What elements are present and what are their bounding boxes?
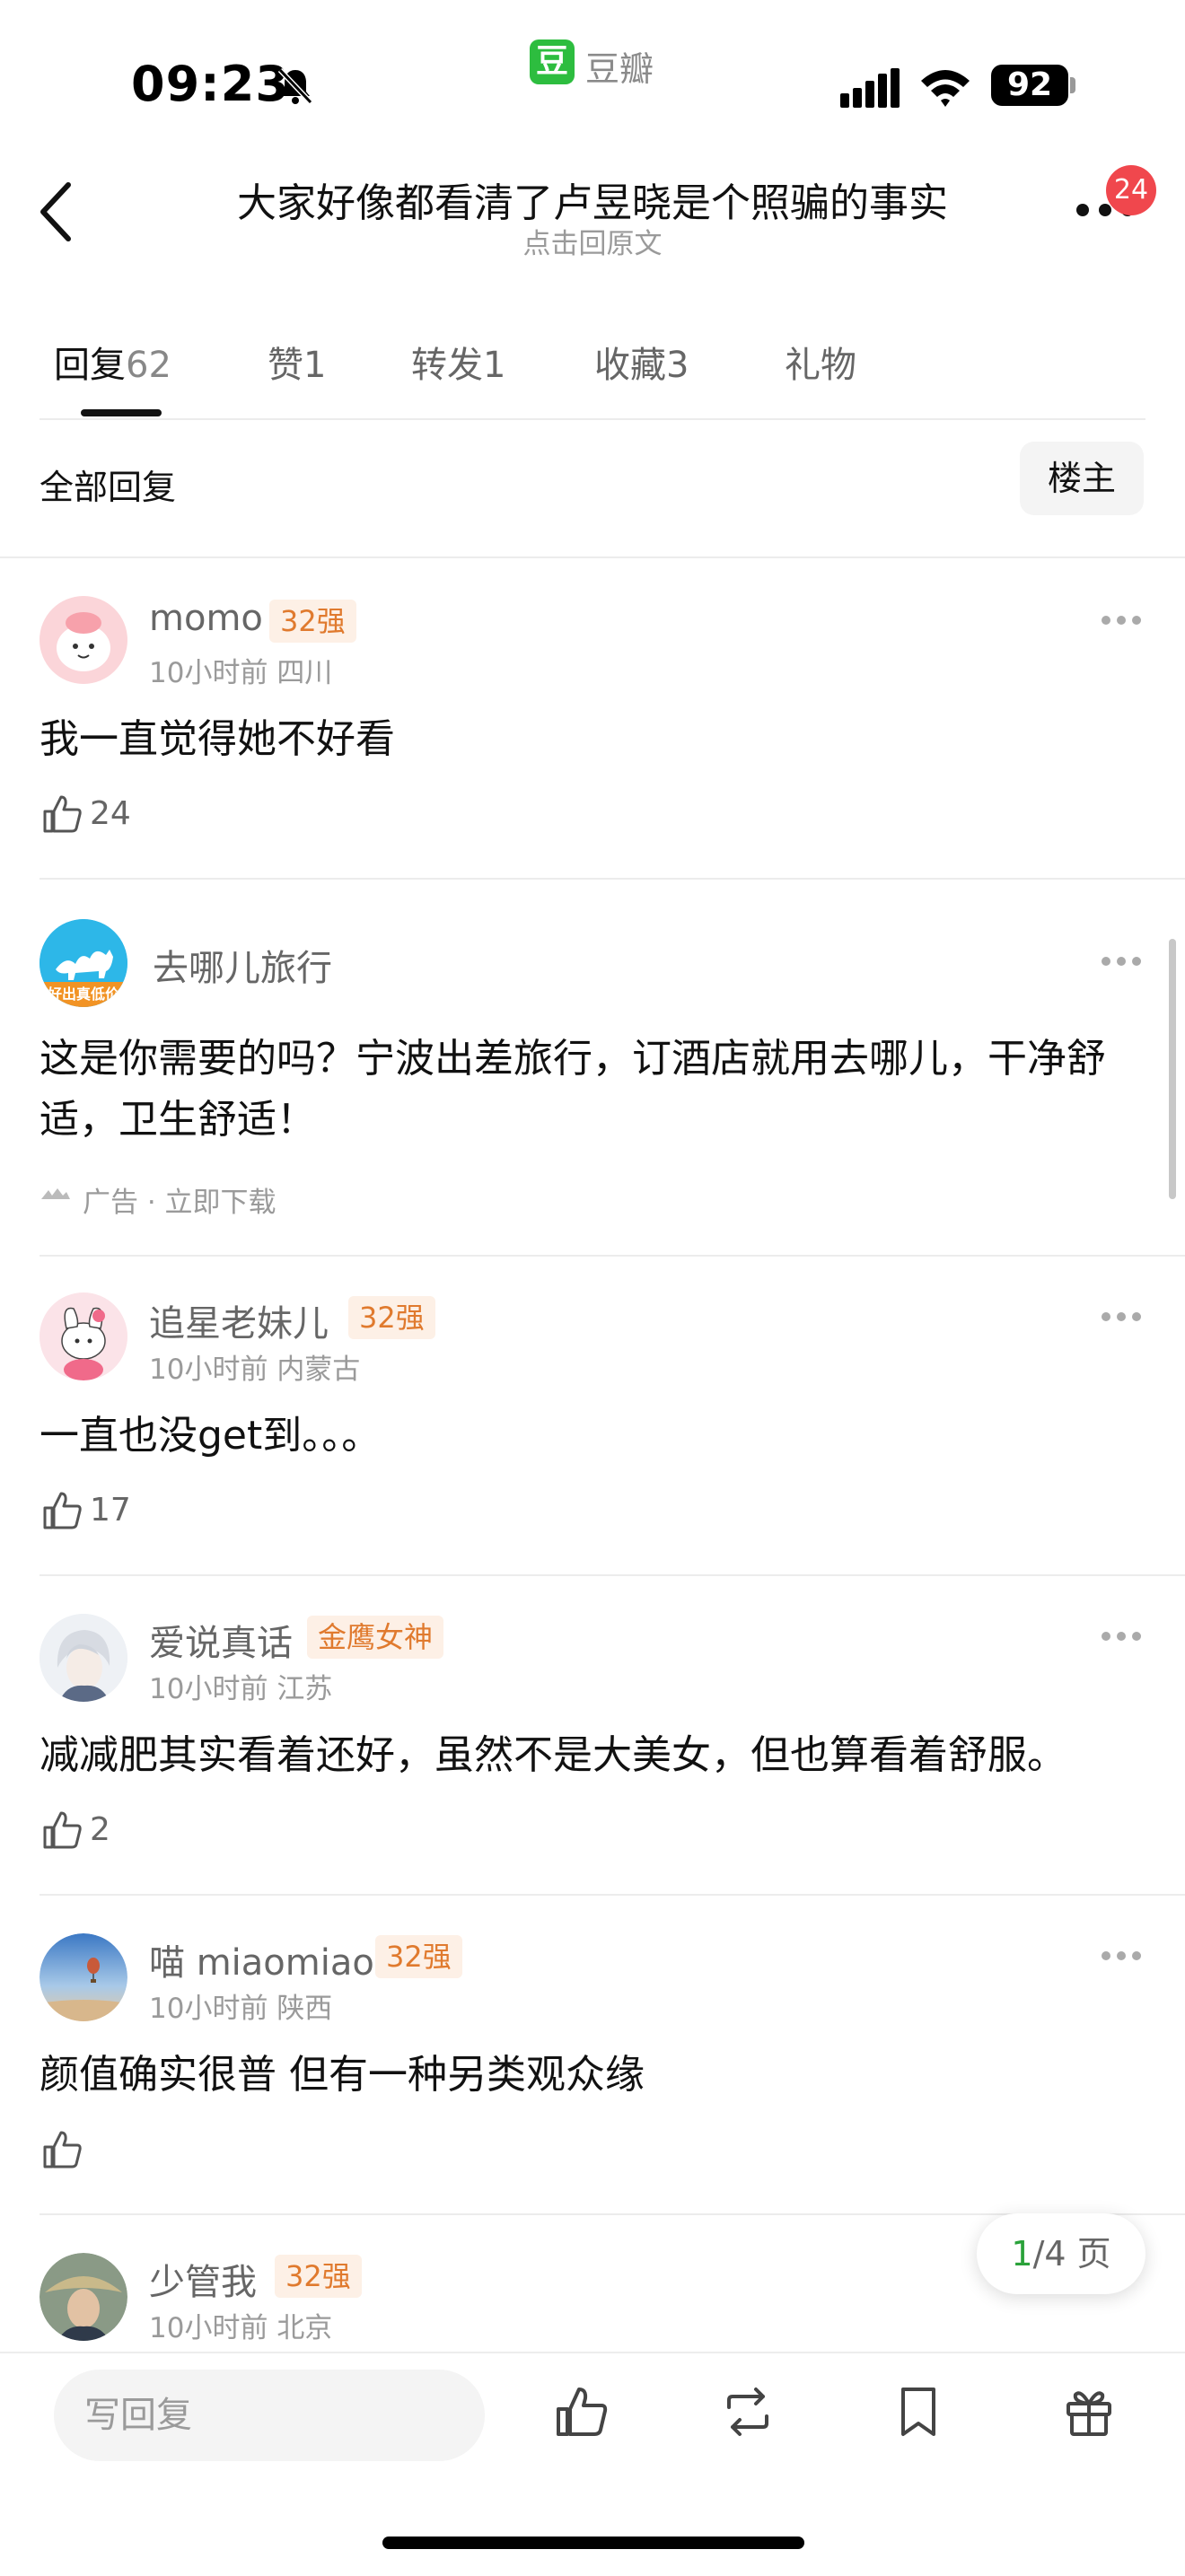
comment-text: 颜值确实很普 但有一种另类观众缘 — [40, 2052, 645, 2098]
filter-divider — [0, 556, 1185, 558]
comment-text: 减减肥其实看着还好，虽然不是大美女，但也算看着舒服。 — [40, 1732, 1066, 1778]
comment-more-icon[interactable] — [1101, 1950, 1142, 1962]
app-name: 豆瓣 — [585, 49, 654, 89]
comment-more-icon[interactable] — [1101, 614, 1142, 626]
notification-badge: 24 — [1106, 165, 1156, 215]
tab-likes[interactable]: 赞1 — [268, 336, 326, 388]
tabs-divider — [40, 418, 1146, 420]
comment-divider — [40, 1894, 1185, 1896]
ad-avatar-caption: 好出真低价 — [47, 986, 119, 1003]
comment-divider — [40, 878, 1185, 880]
post-title[interactable]: 大家好像都看清了卢昱晓是个照骗的事实 — [162, 171, 1023, 228]
like-count: 2 — [90, 1811, 110, 1848]
comment-text: 我一直觉得她不好看 — [40, 716, 395, 762]
bookmark-icon[interactable] — [891, 2384, 946, 2440]
comment-more-icon[interactable] — [1101, 1630, 1142, 1643]
battery-nub — [1070, 77, 1075, 93]
username[interactable]: 追星老妹儿 — [149, 1294, 329, 1346]
like-count: 17 — [90, 1492, 131, 1529]
tab-gifts[interactable]: 礼物 — [785, 336, 856, 388]
gift-icon[interactable] — [1061, 2384, 1117, 2440]
username[interactable]: 少管我 — [149, 2253, 257, 2305]
user-rank-tag: 金鹰女神 — [307, 1616, 444, 1659]
comment-meta: 10小时前 内蒙古 — [149, 1354, 361, 1386]
username[interactable]: 爱说真话 — [149, 1614, 293, 1666]
active-tab-indicator — [81, 409, 162, 416]
comment-more-icon[interactable] — [1101, 1310, 1142, 1323]
comment-meta: 10小时前 江苏 — [149, 1673, 333, 1705]
ad-text[interactable]: 这是你需要的吗？宁波出差旅行，订酒店就用去哪儿，干净舒适，卫生舒适！ — [40, 1029, 1153, 1151]
like-thumb-icon[interactable] — [41, 2129, 83, 2170]
like-icon[interactable] — [553, 2384, 609, 2440]
like-thumb-icon[interactable] — [41, 793, 83, 835]
tab-reposts[interactable]: 转发1 — [411, 336, 505, 388]
avatar[interactable] — [40, 1933, 127, 2021]
avatar[interactable] — [40, 1614, 127, 1702]
username[interactable]: momo — [149, 598, 263, 639]
ad-more-icon[interactable] — [1101, 955, 1142, 968]
repost-icon[interactable] — [720, 2384, 776, 2440]
page-indicator[interactable]: 1/4 页 — [977, 2213, 1146, 2294]
op-only-button[interactable]: 楼主 — [1020, 442, 1144, 515]
avatar[interactable] — [40, 596, 127, 684]
avatar[interactable] — [40, 2253, 127, 2341]
user-rank-tag: 32强 — [348, 1296, 435, 1339]
like-thumb-icon[interactable] — [41, 1490, 83, 1531]
cellular-signal-icon — [840, 68, 900, 108]
back-to-original-link[interactable]: 点击回原文 — [162, 221, 1023, 261]
comment-meta: 10小时前 北京 — [149, 2312, 333, 2344]
all-replies-label[interactable]: 全部回复 — [40, 460, 176, 509]
username[interactable]: 喵 miaomiao — [149, 1933, 374, 1985]
comment-meta: 10小时前 四川 — [149, 657, 333, 689]
battery-indicator: 92 — [991, 65, 1068, 106]
scrollbar[interactable] — [1169, 939, 1176, 1199]
like-count: 24 — [90, 795, 131, 832]
reply-input[interactable] — [54, 2370, 485, 2461]
comment-text: 一直也没get到。。。 — [40, 1413, 382, 1459]
wifi-icon — [921, 70, 970, 107]
tab-replies[interactable]: 回复62 — [54, 336, 171, 388]
douban-logo: 豆 — [530, 39, 575, 84]
ad-brand-icon — [41, 1188, 70, 1199]
comment-divider — [40, 1574, 1185, 1576]
back-chevron-icon[interactable] — [36, 180, 79, 244]
bell-muted-icon — [277, 67, 313, 105]
user-rank-tag: 32强 — [375, 1935, 462, 1978]
comment-meta: 10小时前 陕西 — [149, 1993, 333, 2025]
comment-divider — [40, 1255, 1185, 1257]
tab-collections[interactable]: 收藏3 — [594, 336, 689, 388]
ad-footer[interactable]: 广告 · 立即下载 — [83, 1179, 276, 1220]
avatar[interactable] — [40, 1292, 127, 1380]
ad-avatar[interactable]: 好出真低价 — [40, 919, 127, 1007]
user-rank-tag: 32强 — [275, 2255, 362, 2298]
user-rank-tag: 32强 — [269, 600, 356, 643]
home-indicator[interactable] — [382, 2537, 804, 2549]
status-time: 09:23 — [131, 56, 290, 112]
like-thumb-icon[interactable] — [41, 1809, 83, 1851]
ad-advertiser-name[interactable]: 去哪儿旅行 — [153, 939, 332, 991]
